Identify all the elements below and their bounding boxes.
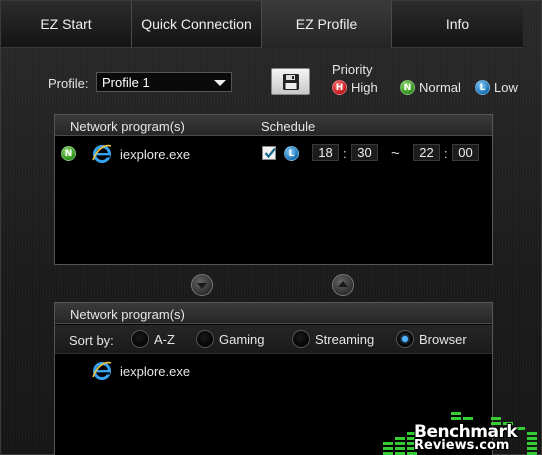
arrow-up-icon bbox=[338, 281, 348, 287]
arrow-down-icon bbox=[197, 283, 207, 289]
tab-label: EZ Start bbox=[40, 16, 92, 32]
watermark-line2: Reviews.com bbox=[414, 438, 510, 453]
sort-label: Sort by: bbox=[69, 333, 114, 348]
panel-header: Network program(s) bbox=[55, 303, 492, 324]
move-down-button[interactable] bbox=[191, 274, 213, 296]
end-minute-field[interactable]: 00 bbox=[452, 144, 479, 161]
radio-button[interactable] bbox=[131, 330, 149, 348]
column-header-program: Network program(s) bbox=[70, 307, 185, 322]
program-name: iexplore.exe bbox=[120, 364, 191, 379]
internet-explorer-icon bbox=[92, 361, 112, 380]
priority-title: Priority bbox=[332, 62, 373, 77]
priority-legend-normal: N Normal bbox=[400, 80, 461, 95]
sort-option-label: Gaming bbox=[219, 331, 265, 347]
profile-label: Profile: bbox=[48, 76, 89, 91]
sort-option-az[interactable]: A-Z bbox=[131, 330, 175, 348]
range-separator: ~ bbox=[391, 145, 400, 162]
sort-option-browser[interactable]: Browser bbox=[396, 330, 467, 348]
tab-label: EZ Profile bbox=[295, 16, 358, 32]
priority-legend-label: Normal bbox=[419, 80, 461, 95]
column-header-program: Network program(s) bbox=[70, 119, 185, 134]
save-button[interactable] bbox=[271, 68, 310, 95]
tab-label: Quick Connection bbox=[141, 16, 252, 32]
floppy-disk-icon bbox=[282, 73, 299, 90]
priority-legend-label: High bbox=[351, 80, 378, 95]
tab-ez-start[interactable]: EZ Start bbox=[1, 1, 132, 48]
normal-priority-icon: N bbox=[400, 80, 415, 95]
time-separator: : bbox=[343, 146, 347, 161]
low-priority-icon: L bbox=[475, 80, 490, 95]
sort-option-label: Browser bbox=[419, 331, 467, 347]
tab-info[interactable]: Info bbox=[392, 1, 523, 48]
low-priority-icon[interactable]: L bbox=[284, 146, 299, 161]
sort-option-label: A-Z bbox=[154, 331, 175, 347]
app-window: EZ Start Quick Connection EZ Profile Inf… bbox=[0, 0, 542, 455]
panel-header: Network program(s) Schedule bbox=[55, 115, 492, 136]
internet-explorer-icon bbox=[92, 144, 112, 163]
column-header-schedule: Schedule bbox=[261, 119, 316, 134]
high-priority-icon: H bbox=[332, 80, 347, 95]
tab-ez-profile[interactable]: EZ Profile bbox=[262, 1, 392, 48]
time-separator: : bbox=[444, 146, 448, 161]
scheduled-programs-panel: Network program(s) Schedule N iexplore.e… bbox=[54, 114, 493, 265]
start-hour-field[interactable]: 18 bbox=[312, 144, 339, 161]
priority-legend-low: L Low bbox=[475, 80, 518, 95]
list-item[interactable]: iexplore.exe bbox=[55, 358, 492, 384]
program-name: iexplore.exe bbox=[120, 147, 191, 162]
sort-option-label: Streaming bbox=[315, 331, 375, 347]
radio-button[interactable] bbox=[292, 330, 310, 348]
normal-priority-icon[interactable]: N bbox=[61, 146, 76, 161]
profile-dropdown[interactable]: Profile 1 bbox=[96, 72, 232, 92]
priority-legend-label: Low bbox=[494, 80, 518, 95]
benchmark-reviews-watermark: Benchmark Reviews.com bbox=[381, 412, 542, 455]
sort-bar: Sort by: A-Z Gaming Streaming Browser bbox=[55, 325, 492, 354]
priority-legend-high: H High bbox=[332, 80, 378, 95]
tab-label: Info bbox=[445, 16, 470, 32]
sort-option-streaming[interactable]: Streaming bbox=[292, 330, 374, 348]
tab-bar: EZ Start Quick Connection EZ Profile Inf… bbox=[1, 1, 541, 48]
move-up-button[interactable] bbox=[332, 274, 354, 296]
sort-option-gaming[interactable]: Gaming bbox=[196, 330, 265, 348]
chevron-down-icon bbox=[214, 80, 226, 86]
schedule-checkbox[interactable] bbox=[262, 146, 276, 160]
checkmark-icon bbox=[264, 147, 276, 159]
radio-button-selected[interactable] bbox=[396, 330, 414, 348]
start-minute-field[interactable]: 30 bbox=[351, 144, 378, 161]
table-row[interactable]: N iexplore.exe L 18 : 30 ~ 22 : 00 bbox=[55, 141, 492, 167]
tab-quick-connection[interactable]: Quick Connection bbox=[132, 1, 262, 48]
end-hour-field[interactable]: 22 bbox=[413, 144, 440, 161]
profile-dropdown-value: Profile 1 bbox=[102, 75, 150, 90]
radio-button[interactable] bbox=[196, 330, 214, 348]
